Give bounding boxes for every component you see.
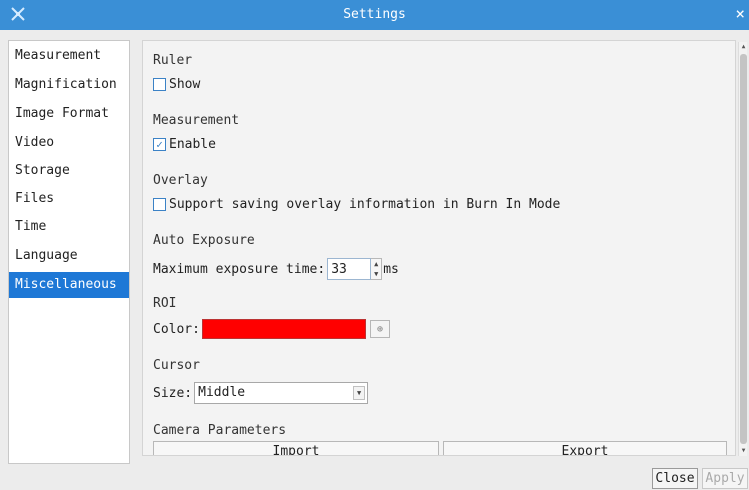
cursor-size-row: Size: Middle ▼ (153, 382, 369, 404)
overlay-checkbox[interactable] (153, 198, 166, 211)
import-button[interactable]: Import (153, 441, 439, 455)
cursor-size-label: Size: (153, 385, 193, 401)
scrollbar-thumb[interactable] (740, 54, 747, 444)
settings-nav: Measurement Magnification Image Format V… (8, 40, 130, 464)
section-title-ruler: Ruler (153, 53, 193, 68)
scroll-up-icon[interactable]: ▲ (739, 42, 748, 52)
ruler-show-label: Show (169, 77, 201, 92)
section-title-camera-parameters: Camera Parameters (153, 423, 287, 438)
max-exposure-input[interactable] (327, 258, 372, 280)
apply-button[interactable]: Apply (702, 468, 748, 489)
exposure-unit: ms (383, 261, 399, 277)
overlay-row[interactable]: Support saving overlay information in Bu… (153, 197, 560, 212)
nav-item-files[interactable]: Files (9, 186, 129, 212)
measurement-enable-checkbox[interactable]: ✓ (153, 138, 166, 151)
nav-item-miscellaneous[interactable]: Miscellaneous (9, 272, 129, 298)
content-scrollbar[interactable]: ▲ ▼ (738, 42, 747, 456)
nav-item-measurement[interactable]: Measurement (9, 43, 129, 69)
roi-color-row: Color: ⊕ (153, 319, 390, 339)
section-title-roi: ROI (153, 296, 177, 311)
color-picker-icon[interactable]: ⊕ (369, 320, 390, 338)
max-exposure-spinbox[interactable]: ▲▼ (327, 258, 383, 280)
ruler-show-row[interactable]: Show (153, 77, 200, 92)
nav-item-storage[interactable]: Storage (9, 158, 129, 184)
spin-arrows-icon[interactable]: ▲ ▼ (371, 258, 383, 280)
auto-exposure-row: Maximum exposure time: ▲▼ ms (153, 258, 399, 280)
cursor-size-select[interactable]: Middle ▼ (194, 382, 369, 404)
nav-item-image-format[interactable]: Image Format (9, 101, 129, 127)
roi-color-swatch[interactable] (201, 319, 366, 339)
section-title-auto-exposure: Auto Exposure (153, 233, 255, 248)
nav-item-language[interactable]: Language (9, 243, 129, 269)
section-title-measurement: Measurement (153, 113, 240, 128)
overlay-label: Support saving overlay information in Bu… (169, 197, 561, 212)
section-title-overlay: Overlay (153, 173, 208, 188)
title-bar: Settings × (0, 0, 749, 30)
measurement-enable-row[interactable]: ✓ Enable (153, 137, 216, 152)
close-button[interactable]: Close (652, 468, 698, 489)
chevron-down-icon: ▼ (353, 386, 366, 400)
scroll-down-icon[interactable]: ▼ (739, 446, 748, 456)
nav-item-video[interactable]: Video (9, 130, 129, 156)
export-button[interactable]: Export (443, 441, 727, 455)
measurement-enable-label: Enable (169, 137, 216, 152)
roi-color-label: Color: (153, 321, 200, 337)
window-title: Settings (343, 7, 406, 22)
settings-content: Ruler Show Measurement ✓ Enable Overlay … (142, 40, 736, 456)
section-title-cursor: Cursor (153, 358, 200, 373)
cursor-size-value: Middle (198, 385, 246, 400)
close-icon[interactable]: × (735, 5, 745, 23)
max-exposure-label: Maximum exposure time: (153, 261, 326, 277)
nav-item-time[interactable]: Time (9, 214, 129, 240)
ruler-show-checkbox[interactable] (153, 78, 166, 91)
nav-item-magnification[interactable]: Magnification (9, 72, 129, 98)
